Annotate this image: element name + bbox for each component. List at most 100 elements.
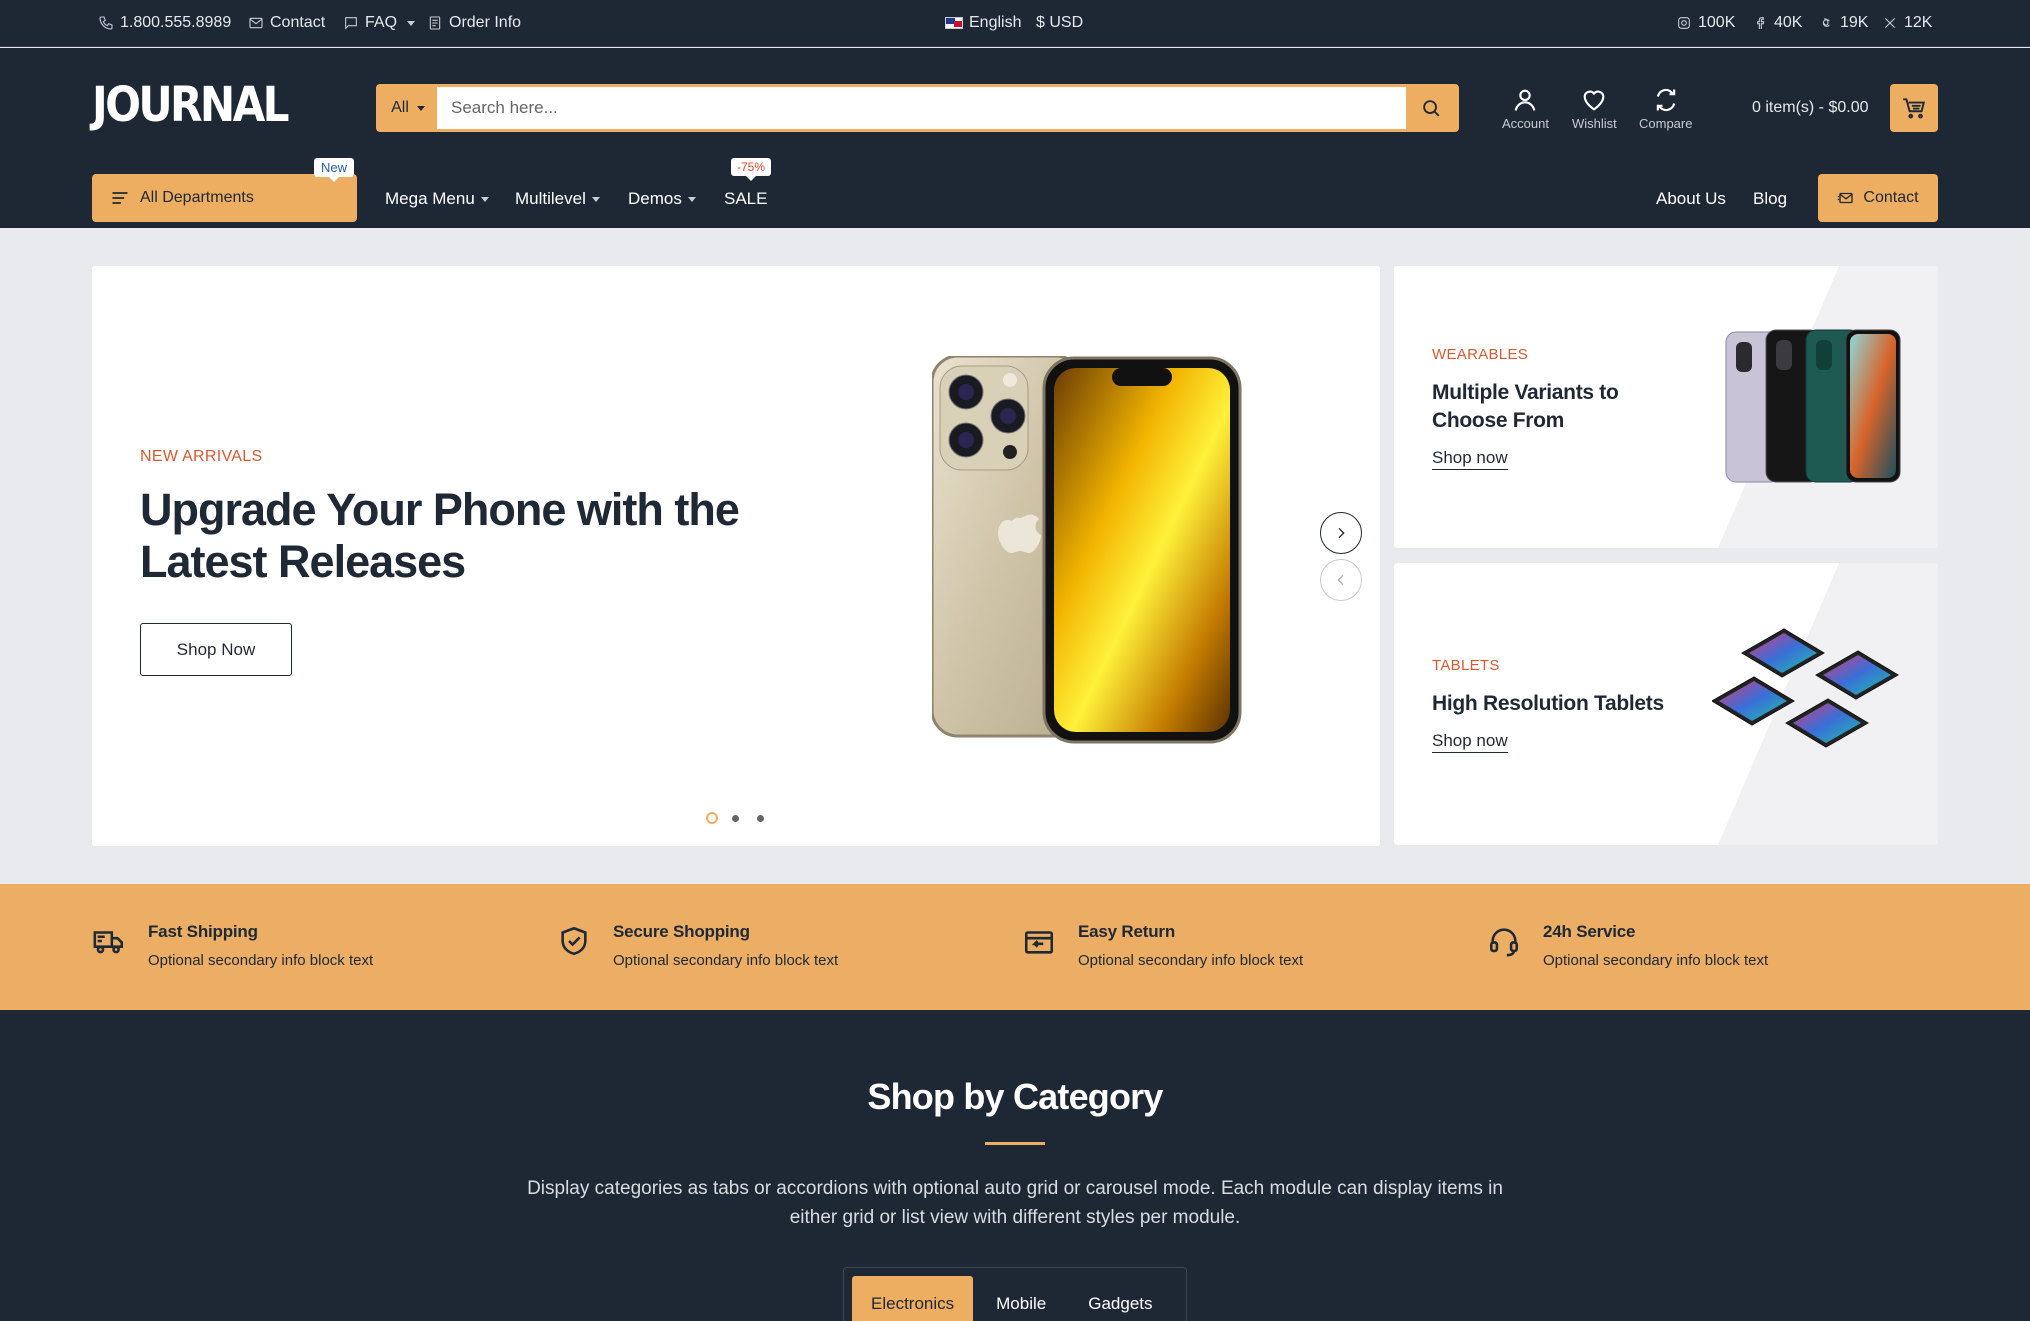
- currency-label: $ USD: [1036, 14, 1084, 31]
- user-icon: [1515, 89, 1536, 111]
- compare-button[interactable]: Compare: [1639, 86, 1692, 131]
- slider-dot-1[interactable]: [706, 812, 718, 824]
- banner-kicker: WEARABLES: [1432, 346, 1529, 363]
- about-label: About Us: [1656, 189, 1726, 208]
- currency-selector[interactable]: $ USD: [1036, 14, 1083, 32]
- feature-title: Easy Return: [1078, 922, 1176, 941]
- tablets-banner[interactable]: TABLETS High Resolution Tablets Shop now: [1394, 563, 1938, 845]
- search-icon: [1423, 100, 1440, 117]
- faq-dropdown[interactable]: FAQ: [343, 14, 416, 32]
- instagram-icon: [1678, 17, 1690, 29]
- slider-dot-2[interactable]: [732, 815, 739, 822]
- contact-link[interactable]: Contact: [248, 14, 325, 32]
- category-tabs: Electronics Mobile Gadgets: [843, 1267, 1187, 1321]
- wishlist-label: Wishlist: [1572, 116, 1617, 131]
- tablets-product-image: [1712, 628, 1899, 748]
- feature-subtitle: Optional secondary info block text: [613, 952, 839, 969]
- phone-icon: [99, 16, 113, 30]
- x-icon: [1884, 17, 1896, 29]
- slider-dot-3[interactable]: [757, 815, 764, 822]
- order-info-link[interactable]: Order Info: [427, 14, 521, 32]
- banner-shop-now-link[interactable]: Shop now: [1432, 731, 1508, 753]
- hero-shop-now-button[interactable]: Shop Now: [140, 623, 292, 676]
- search-button[interactable]: [1406, 87, 1456, 129]
- hero-title: Upgrade Your Phone with the Latest Relea…: [140, 484, 740, 587]
- smartphones-product-image: [1725, 329, 1901, 483]
- chevron-down-icon: [687, 196, 696, 202]
- feature-subtitle: Optional secondary info block text: [148, 952, 374, 969]
- new-badge: New: [314, 158, 355, 182]
- slider-next-button[interactable]: [1320, 512, 1362, 554]
- chevron-down-icon: [480, 196, 489, 202]
- threads-link[interactable]: 19K: [1818, 14, 1868, 32]
- faq-label: FAQ: [365, 14, 398, 31]
- tab-gadgets[interactable]: Gadgets: [1069, 1276, 1171, 1321]
- banner-shop-now-link[interactable]: Shop now: [1432, 448, 1508, 470]
- facebook-link[interactable]: 40K: [1752, 14, 1802, 32]
- headset-icon: [1489, 928, 1519, 957]
- departments-label: All Departments: [140, 189, 254, 206]
- phone-link[interactable]: 1.800.555.8989: [98, 14, 231, 32]
- site-header: JOURNAL All Account Wishlist Compare 0 i…: [0, 48, 2030, 228]
- site-logo[interactable]: JOURNAL: [92, 81, 290, 129]
- title-divider: [985, 1142, 1045, 1145]
- facebook-count: 40K: [1774, 14, 1803, 31]
- slider-prev-button[interactable]: [1320, 559, 1362, 601]
- wishlist-button[interactable]: Wishlist: [1572, 86, 1617, 131]
- hero-kicker: NEW ARRIVALS: [140, 448, 263, 465]
- contact-button[interactable]: Contact: [1818, 174, 1938, 222]
- wearables-banner[interactable]: WEARABLES Multiple Variants to Choose Fr…: [1394, 266, 1938, 548]
- x-link[interactable]: 12K: [1882, 14, 1932, 32]
- shop-by-category-section: Shop by Category Display categories as t…: [0, 1010, 2030, 1321]
- flag-icon: [945, 17, 963, 29]
- feature-title: Fast Shipping: [148, 922, 258, 941]
- instagram-link[interactable]: 100K: [1676, 14, 1735, 32]
- tab-electronics[interactable]: Electronics: [852, 1276, 974, 1321]
- top-bar: 1.800.555.8989 Contact FAQ Order Info En…: [0, 0, 2030, 47]
- search-category-label: All: [391, 99, 409, 116]
- multilevel-label: Multilevel: [515, 189, 586, 208]
- search-bar: All: [376, 84, 1459, 132]
- nav-about-us[interactable]: About Us: [1656, 189, 1726, 209]
- chevron-left-icon: [1337, 574, 1344, 586]
- tab-mobile[interactable]: Mobile: [977, 1276, 1065, 1321]
- facebook-icon: [1757, 17, 1765, 29]
- all-departments-button[interactable]: All Departments: [92, 174, 357, 222]
- phone-number: 1.800.555.8989: [120, 14, 232, 31]
- document-icon: [429, 16, 441, 30]
- truck-icon: [93, 931, 124, 954]
- section-description: Display categories as tabs or accordions…: [527, 1178, 1503, 1228]
- chevron-down-icon: [407, 20, 416, 26]
- banner-kicker: TABLETS: [1432, 657, 1500, 674]
- feature-24h-service: 24h Service Optional secondary info bloc…: [1487, 922, 1768, 969]
- shield-check-icon: [561, 926, 587, 956]
- feature-title: 24h Service: [1543, 922, 1636, 941]
- feature-title: Secure Shopping: [613, 922, 750, 941]
- nav-demos[interactable]: Demos: [628, 189, 696, 209]
- nav-multilevel[interactable]: Multilevel: [515, 189, 600, 209]
- phone-product-image: [932, 356, 1242, 744]
- account-button[interactable]: Account: [1502, 86, 1549, 131]
- nav-mega-menu[interactable]: Mega Menu: [385, 189, 489, 209]
- x-count: 12K: [1904, 14, 1933, 31]
- order-info-label: Order Info: [449, 14, 522, 31]
- threads-count: 19K: [1840, 14, 1869, 31]
- language-selector[interactable]: English: [945, 14, 1021, 32]
- blog-label: Blog: [1753, 189, 1788, 208]
- language-label: English: [969, 14, 1022, 31]
- compare-icon: [1656, 88, 1675, 112]
- cart-button[interactable]: [1890, 84, 1938, 132]
- features-strip: Fast Shipping Optional secondary info bl…: [0, 884, 2030, 1010]
- nav-sale[interactable]: SALE: [724, 189, 767, 209]
- hero-slider: NEW ARRIVALS Upgrade Your Phone with the…: [92, 266, 1380, 846]
- search-category-select[interactable]: All: [379, 87, 437, 129]
- mail-icon: [249, 17, 263, 29]
- feature-easy-return: Easy Return Optional secondary info bloc…: [1022, 922, 1303, 969]
- section-title: Shop by Category: [867, 1076, 1163, 1117]
- cart-summary[interactable]: 0 item(s) - $0.00: [1752, 99, 1868, 117]
- banner-title: Multiple Variants to Choose From: [1432, 381, 1619, 432]
- sale-label: SALE: [724, 189, 768, 208]
- sale-badge: -75%: [731, 158, 772, 181]
- nav-blog[interactable]: Blog: [1753, 189, 1787, 209]
- search-input[interactable]: [437, 87, 1406, 129]
